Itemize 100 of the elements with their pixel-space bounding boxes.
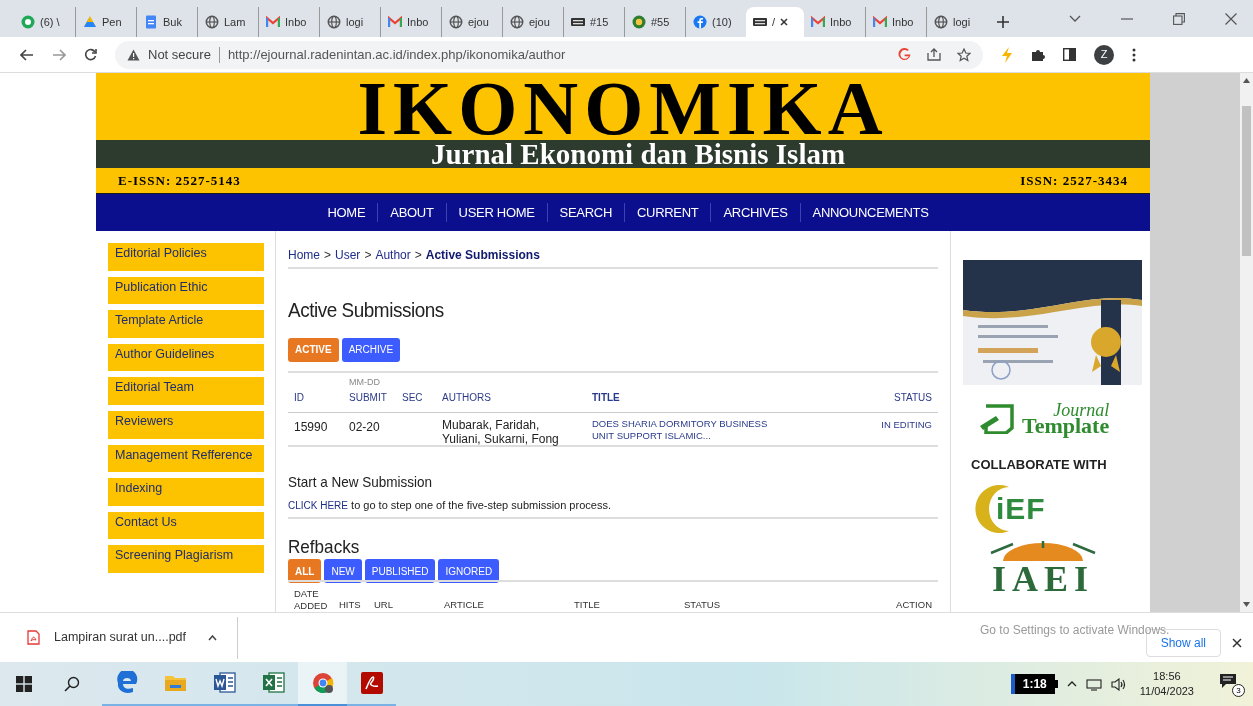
caret-up-icon[interactable] bbox=[1066, 681, 1077, 687]
mail-icon bbox=[388, 15, 402, 29]
sidebar-link[interactable]: Screening Plagiarism bbox=[108, 545, 264, 575]
sidebar-link[interactable]: Author Guidelines bbox=[108, 343, 264, 374]
globe-icon bbox=[205, 15, 219, 29]
windows-icon[interactable] bbox=[16, 676, 32, 692]
mail-icon bbox=[266, 15, 280, 29]
tab-title: Inbo bbox=[892, 14, 914, 30]
chrome-icon bbox=[310, 671, 335, 695]
back-icon[interactable] bbox=[20, 48, 34, 61]
forward-icon[interactable] bbox=[52, 48, 66, 61]
sidebar-link[interactable]: Management Refference bbox=[108, 444, 264, 475]
logo-text: iEF bbox=[996, 491, 1046, 527]
nav-link[interactable]: ANNOUNCEMENTS bbox=[799, 202, 941, 223]
breadcrumb-separator: > bbox=[324, 247, 332, 264]
share-icon[interactable] bbox=[927, 48, 941, 61]
more-icon[interactable] bbox=[1132, 47, 1136, 62]
nav-link[interactable]: CURRENT bbox=[624, 202, 711, 223]
nav-link[interactable]: HOME bbox=[315, 202, 378, 223]
table-cell-text: Mubarak, Faridah, Yuliani, Sukarni, Fong bbox=[442, 417, 560, 446]
tab-title: Inbo bbox=[407, 14, 429, 30]
close-icon[interactable] bbox=[780, 18, 789, 26]
sidebar-link[interactable]: Publication Ethic bbox=[108, 276, 264, 307]
column-header: AUTHORS bbox=[442, 390, 492, 405]
warning-icon bbox=[127, 48, 140, 61]
filter-tab[interactable]: PUBLISHED bbox=[364, 559, 436, 583]
sidebar-link[interactable]: Editorial Team bbox=[108, 377, 264, 407]
column-header: TITLE bbox=[592, 390, 621, 405]
breadcrumb-link[interactable]: Home bbox=[288, 246, 320, 264]
page-heading: Active Submissions bbox=[288, 297, 445, 323]
caret-up-icon[interactable] bbox=[208, 634, 218, 641]
tab-title: (6) \ bbox=[40, 14, 60, 30]
star-icon[interactable] bbox=[957, 47, 971, 62]
filter-tab[interactable]: IGNORED bbox=[438, 559, 500, 583]
table-cell: IN EDITING bbox=[881, 418, 932, 430]
close-icon[interactable] bbox=[1232, 637, 1242, 648]
section-heading: Refbacks bbox=[288, 536, 361, 558]
minimize-icon[interactable] bbox=[1121, 17, 1133, 20]
arrow-up-icon[interactable] bbox=[1243, 78, 1250, 83]
globe-icon bbox=[510, 15, 524, 29]
restore-icon[interactable] bbox=[1173, 12, 1185, 25]
nav-link[interactable]: SEARCH bbox=[546, 202, 624, 223]
url-text: http://ejournal.radenintan.ac.id/index.php/ikonomika/author bbox=[227, 45, 566, 64]
sidebar-icon[interactable] bbox=[1063, 48, 1076, 61]
new-tab-icon[interactable] bbox=[997, 16, 1009, 28]
browser-tab[interactable]: (6) \ bbox=[14, 7, 75, 37]
tab-title: / bbox=[772, 14, 776, 30]
sidebar-link[interactable]: Reviewers bbox=[108, 410, 264, 441]
network-icon[interactable] bbox=[1085, 677, 1102, 691]
google-icon[interactable] bbox=[898, 48, 911, 61]
tab-title: Inbo bbox=[830, 14, 852, 30]
download-item[interactable]: Lampiran surat un....pdf bbox=[0, 616, 239, 659]
profile-avatar[interactable]: Z bbox=[1094, 44, 1114, 65]
globe-icon bbox=[327, 15, 341, 29]
banner-subtitle: Jurnal Ekonomi dan Bisnis Islam bbox=[430, 140, 846, 169]
nav-link[interactable]: USER HOME bbox=[445, 202, 547, 223]
click-here-link[interactable]: CLICK HERE bbox=[288, 500, 348, 511]
clock-time[interactable]: 18:56 bbox=[1153, 669, 1181, 684]
address-bar[interactable]: Not secure http://ejournal.radenintan.ac.id/index.php/ikonomika/author bbox=[115, 40, 983, 69]
tab-title: Buk bbox=[163, 14, 182, 30]
ief-logo[interactable]: iEF bbox=[969, 482, 1046, 535]
sidebar-link[interactable]: Indexing bbox=[108, 478, 264, 508]
tab-title: Pen bbox=[102, 14, 122, 30]
arrow-down-icon[interactable] bbox=[1243, 602, 1250, 607]
column-header: DATE ADDED bbox=[294, 588, 329, 612]
nav-link[interactable]: ARCHIVES bbox=[710, 202, 800, 223]
journal-icon bbox=[571, 15, 585, 29]
facebook-icon bbox=[693, 15, 707, 29]
search-icon[interactable] bbox=[64, 676, 80, 692]
column-header: STATUS bbox=[893, 390, 932, 405]
puzzle-icon[interactable] bbox=[1031, 47, 1045, 62]
scrollbar[interactable] bbox=[1240, 73, 1253, 612]
taskbar-app[interactable] bbox=[298, 662, 347, 706]
clock-date[interactable]: 11/04/2023 bbox=[1139, 684, 1194, 699]
sidebar-link[interactable]: Template Article bbox=[108, 310, 264, 340]
title-link[interactable]: DOES SHARIA DORMITORY BUSINESS UNIT SUPPORT ISLAMIC... bbox=[592, 417, 772, 442]
reload-icon[interactable] bbox=[84, 48, 97, 61]
volume-icon[interactable] bbox=[1110, 677, 1127, 691]
scrollbar-thumb[interactable] bbox=[1242, 106, 1251, 256]
sidebar-link[interactable]: Editorial Policies bbox=[108, 243, 264, 273]
message-icon bbox=[1219, 673, 1237, 689]
close-icon[interactable] bbox=[1225, 12, 1237, 25]
breadcrumb-link[interactable]: Author bbox=[375, 246, 411, 264]
filter-tab[interactable]: NEW bbox=[324, 559, 362, 583]
column-header: HITS bbox=[339, 597, 362, 612]
iaei-logo[interactable]: IAEI bbox=[963, 540, 1123, 599]
breadcrumb-link[interactable]: User bbox=[335, 246, 361, 264]
sidebar-link[interactable]: Contact Us bbox=[108, 511, 264, 542]
tab-title: logi bbox=[346, 14, 364, 30]
filter-tab[interactable]: ARCHIVE bbox=[341, 337, 401, 362]
journal-template-logo[interactable]: Journal Template bbox=[978, 401, 1110, 437]
eissn-text: E-ISSN: 2527-5143 bbox=[118, 172, 241, 191]
breadcrumb-link[interactable]: Active Submissions bbox=[425, 246, 540, 264]
tab-title: ejou bbox=[529, 14, 550, 30]
chevron-down-icon[interactable] bbox=[1069, 14, 1081, 23]
table-cell: 02-20 bbox=[349, 419, 380, 434]
browser-tab[interactable]: Inbo bbox=[804, 7, 865, 37]
column-header: STATUS bbox=[684, 597, 722, 612]
nav-link[interactable]: ABOUT bbox=[377, 202, 446, 223]
browser-tab[interactable]: / bbox=[746, 7, 804, 37]
